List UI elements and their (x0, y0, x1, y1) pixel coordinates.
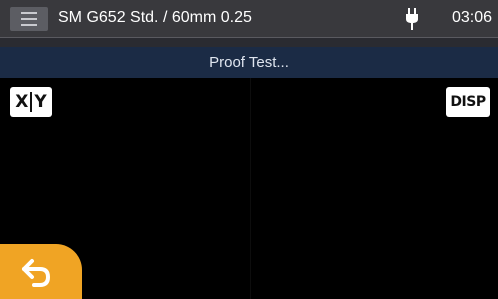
disp-button[interactable]: DISP (446, 87, 490, 117)
xy-view-button[interactable]: X Y (10, 87, 52, 117)
splice-program-title[interactable]: SM G652 Std. / 60mm 0.25 (58, 9, 252, 27)
x-label: X (15, 92, 29, 112)
status-message: Proof Test... (0, 47, 498, 78)
view-divider (250, 78, 251, 299)
xy-separator (30, 92, 33, 112)
clock: 03:06 (452, 9, 493, 26)
plug-icon (406, 8, 418, 30)
menu-button[interactable] (10, 7, 48, 31)
menu-icon (21, 12, 37, 14)
top-bar: SM G652 Std. / 60mm 0.25 03:06 (0, 0, 498, 38)
status-strip (0, 38, 498, 47)
y-label: Y (34, 92, 47, 112)
back-button[interactable] (0, 244, 82, 299)
back-arrow-icon (22, 259, 51, 287)
